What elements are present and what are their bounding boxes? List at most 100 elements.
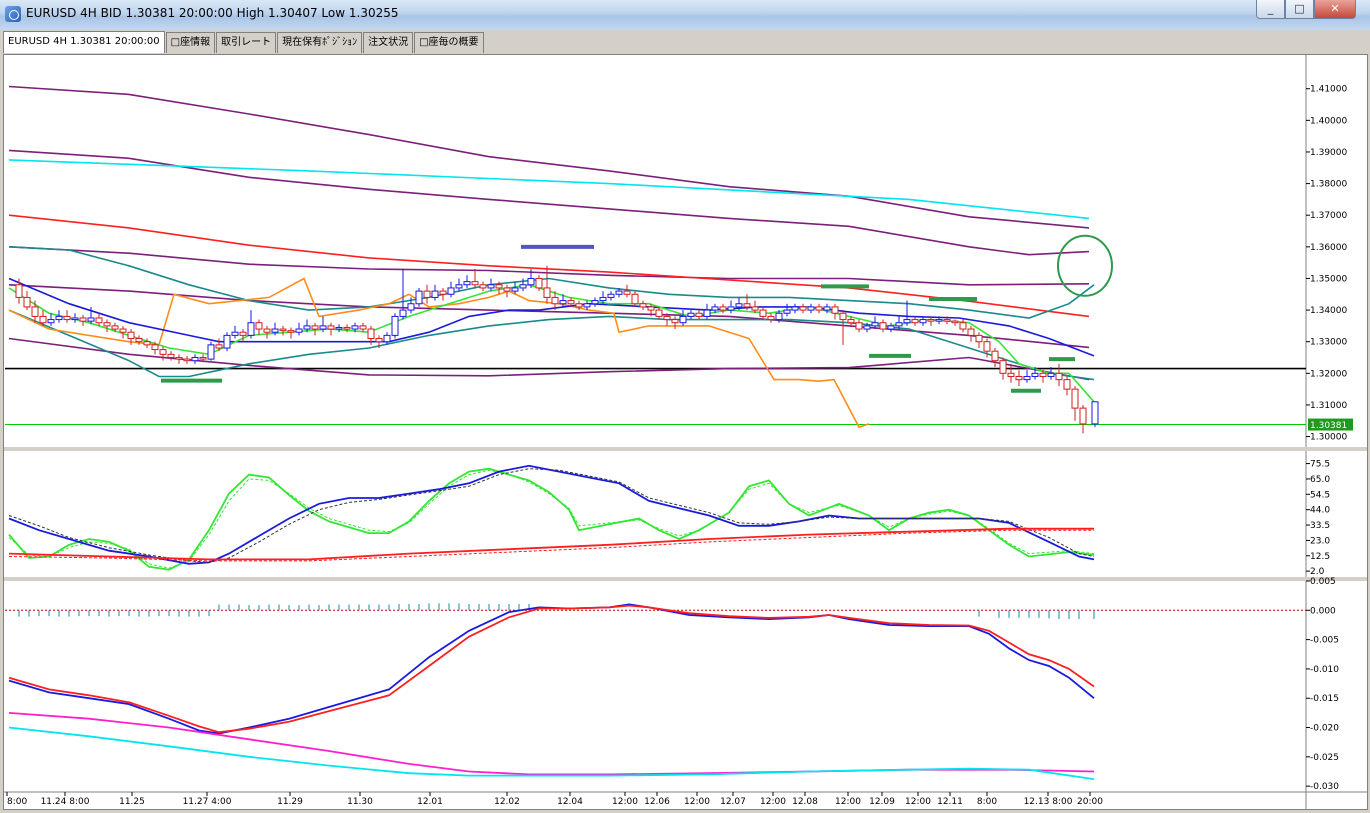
price-tick-label: 1.31000: [1310, 401, 1347, 411]
time-tick-label: 8:00: [977, 797, 997, 807]
candle-body: [935, 319, 943, 322]
price-tick-label: 1.38000: [1310, 180, 1347, 190]
candle-body: [183, 358, 191, 362]
candle-body: [199, 357, 207, 360]
candle-body: [135, 338, 143, 343]
candle-body: [759, 309, 767, 317]
price-tick-label: 1.41000: [1310, 85, 1347, 95]
tab-orders[interactable]: 注文状況: [363, 32, 414, 53]
candle-body: [335, 326, 343, 330]
window-title-bar[interactable]: EURUSD 4H BID 1.30381 20:00:00 High 1.30…: [0, 0, 1370, 31]
candle-body: [79, 317, 87, 322]
candle-body: [279, 328, 287, 332]
candle-body: [439, 290, 447, 295]
tab-chart[interactable]: EURUSD 4H 1.30381 20:00:00: [3, 31, 165, 53]
candle-body: [943, 319, 951, 322]
candle-body: [191, 357, 199, 362]
time-tick-label: 11.27 4:00: [183, 797, 232, 807]
price-tick-label: 1.35000: [1310, 274, 1347, 284]
candle-body: [1007, 372, 1015, 377]
price-series-line: [8, 214, 1090, 318]
candle-body: [359, 325, 367, 330]
candle-body: [919, 319, 927, 324]
time-tick-label: 12:00: [684, 797, 710, 807]
oscillator-tick-label: 12.5: [1310, 552, 1330, 562]
candle-body: [903, 319, 911, 324]
candle-body: [159, 349, 167, 355]
candle-body: [751, 306, 759, 311]
candle-body: [695, 312, 703, 317]
candle-body: [895, 322, 903, 327]
candle-body: [271, 328, 279, 333]
candle-body: [767, 315, 775, 321]
candle-body: [887, 325, 895, 330]
chart-area[interactable]: 1.41000 1.40000 1.39000 1.38000 1.37000 1.360…: [3, 54, 1368, 810]
candle-body: [783, 309, 791, 314]
candle-body: [999, 360, 1007, 374]
candle-body: [295, 328, 303, 333]
candle-body: [71, 317, 79, 321]
candle-body: [791, 306, 799, 311]
tab-account-info[interactable]: □座情報: [165, 32, 216, 53]
macd-tick-label: -0.010: [1310, 665, 1339, 675]
candle-body: [87, 317, 95, 322]
candle-body: [1015, 375, 1023, 381]
candle-body: [127, 331, 135, 340]
candle-body: [1079, 407, 1087, 425]
macd-tick-label: -0.015: [1310, 694, 1339, 704]
candle-body: [967, 328, 975, 336]
candle-body: [991, 350, 999, 362]
oscillator-tick-label: 33.5: [1310, 521, 1330, 531]
candle-body: [871, 322, 879, 327]
panel-separator: [4, 447, 1367, 451]
candle-body: [575, 303, 583, 308]
time-tick-label: 12:00: [760, 797, 786, 807]
candle-body: [559, 300, 567, 305]
candle-body: [975, 334, 983, 343]
macd-tick-label: -0.025: [1310, 753, 1339, 763]
time-tick-label: 12:00: [905, 797, 931, 807]
candle-body: [63, 315, 71, 321]
candle-body: [687, 312, 695, 317]
time-tick-label: 12.01: [417, 797, 443, 807]
candle-body: [519, 284, 527, 289]
price-tick-label: 1.30000: [1310, 433, 1347, 443]
price-tick-label: 1.40000: [1310, 116, 1347, 126]
macd-tick-label: -0.005: [1310, 636, 1339, 646]
candle-body: [735, 303, 743, 308]
candle-body: [839, 312, 847, 321]
tab-account-summary[interactable]: □座毎の概要: [414, 32, 484, 53]
candle-body: [703, 309, 711, 317]
candle-body: [391, 315, 399, 336]
candle-body: [31, 306, 39, 317]
candle-body: [463, 281, 471, 286]
candle-body: [1039, 372, 1047, 377]
time-tick-label: 11.30: [347, 797, 373, 807]
candle-body: [511, 287, 519, 292]
macd-series-line: [8, 726, 1095, 780]
minimize-button[interactable]: _: [1256, 0, 1285, 19]
candle-body: [807, 306, 815, 311]
price-tick-label: 1.39000: [1310, 148, 1347, 158]
candle-body: [599, 296, 607, 302]
candle-body: [911, 319, 919, 324]
candle-body: [639, 303, 647, 308]
candle-body: [95, 317, 103, 324]
candle-body: [263, 328, 271, 333]
candle-body: [1023, 375, 1031, 381]
candle-body: [239, 331, 247, 336]
candle-body: [455, 284, 463, 289]
tab-positions[interactable]: 現在保有ﾎﾟｼﾞｼｮﾝ: [277, 32, 363, 53]
candle-body: [479, 284, 487, 289]
tab-rates[interactable]: 取引レート: [216, 32, 277, 53]
maximize-button[interactable]: □: [1285, 0, 1314, 19]
oscillator-series-line: [8, 468, 1095, 563]
time-tick-label: 8:00: [7, 797, 27, 807]
candle-body: [303, 325, 311, 330]
candle-body: [863, 325, 871, 330]
candle-body: [647, 306, 655, 311]
candle-body: [407, 303, 415, 311]
close-button[interactable]: ✕: [1314, 0, 1356, 19]
candle-body: [719, 306, 727, 311]
candle-body: [423, 290, 431, 298]
